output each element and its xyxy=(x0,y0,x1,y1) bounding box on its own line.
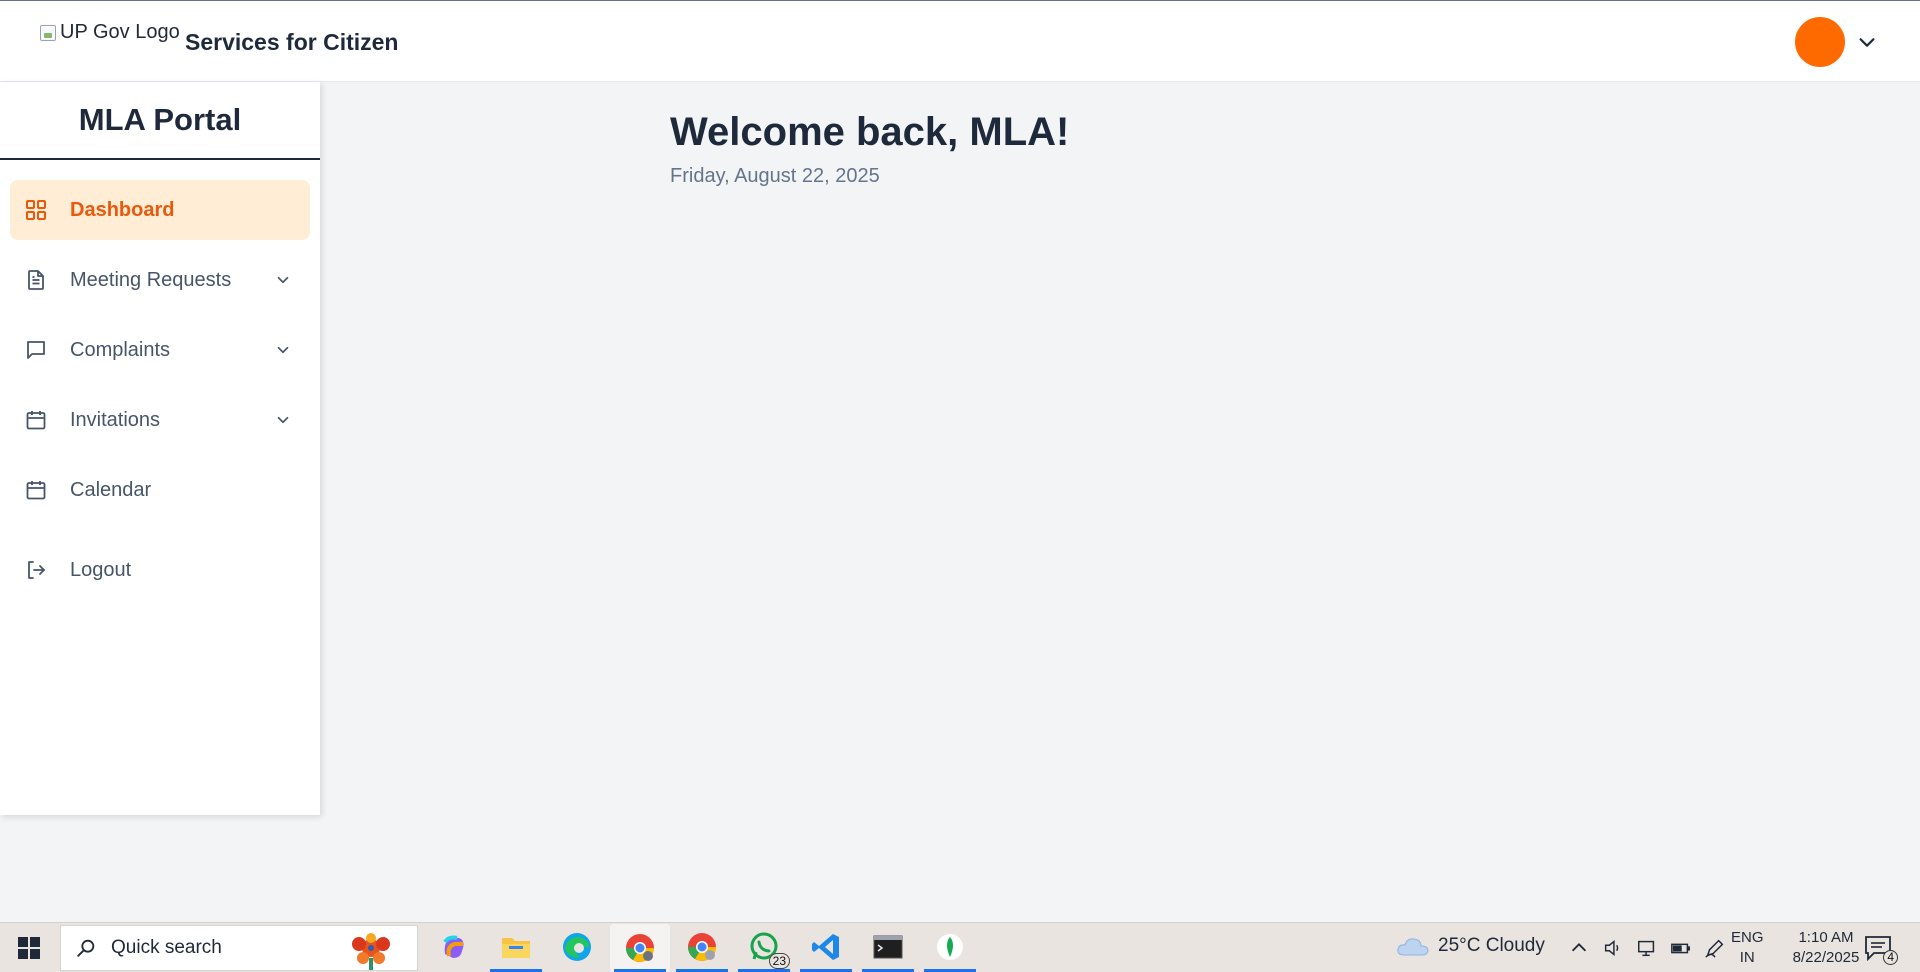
file-explorer-icon[interactable] xyxy=(490,929,542,972)
avatar[interactable] xyxy=(1795,17,1845,67)
page-title: Welcome back, MLA! xyxy=(670,110,1070,154)
edge-browser-icon[interactable] xyxy=(559,929,595,965)
chrome-profile-icon[interactable] xyxy=(676,929,728,972)
sidebar-nav: Dashboard Meeting Requests Complaints In… xyxy=(0,160,320,600)
sidebar-item-dashboard[interactable]: Dashboard xyxy=(10,180,310,240)
clock-time: 1:10 AM xyxy=(1798,929,1854,946)
broken-image-icon xyxy=(40,24,56,41)
sidebar: MLA Portal Dashboard Meeting Requests Co… xyxy=(0,82,320,815)
windows-taskbar: Quick search 23 25°C Cloudy ENG IN 1:10 … xyxy=(0,922,1920,972)
sidebar-item-meeting-requests[interactable]: Meeting Requests xyxy=(10,250,310,310)
sidebar-item-label: Invitations xyxy=(70,408,161,431)
current-date: Friday, August 22, 2025 xyxy=(670,165,880,187)
sidebar-item-label: Logout xyxy=(70,558,132,581)
logo-alt-text: UP Gov Logo xyxy=(60,21,180,43)
chevron-down-icon[interactable] xyxy=(274,341,292,359)
notification-count-badge: 4 xyxy=(1883,950,1898,965)
site-title: Services for Citizen xyxy=(185,29,399,55)
sidebar-item-label: Calendar xyxy=(70,478,152,501)
taskbar-search-input[interactable]: Quick search xyxy=(60,925,418,971)
logout-icon xyxy=(28,561,45,579)
chrome-browser-icon-active[interactable] xyxy=(610,924,670,972)
copilot-icon[interactable] xyxy=(436,929,472,965)
weather-widget[interactable]: 25°C Cloudy xyxy=(1396,935,1545,957)
sidebar-item-label: Meeting Requests xyxy=(70,268,232,291)
sidebar-item-complaints[interactable]: Complaints xyxy=(10,320,310,380)
search-placeholder: Quick search xyxy=(111,937,222,958)
chevron-down-icon[interactable] xyxy=(274,411,292,429)
pen-icon[interactable] xyxy=(1704,937,1726,959)
language-indicator[interactable]: ENG IN xyxy=(1731,928,1764,968)
decorative-flower-icon xyxy=(352,933,390,970)
weather-text: 25°C Cloudy xyxy=(1438,935,1545,956)
sidebar-item-logout[interactable]: Logout xyxy=(10,540,310,600)
sidebar-item-label: Complaints xyxy=(70,338,171,361)
whatsapp-icon[interactable]: 23 xyxy=(738,929,790,972)
chevron-down-icon[interactable] xyxy=(1856,31,1878,53)
mongodb-compass-icon[interactable] xyxy=(924,929,976,972)
system-clock[interactable]: 1:10 AM 8/22/2025 xyxy=(1776,928,1876,968)
network-icon[interactable] xyxy=(1636,937,1658,959)
language-code: ENG xyxy=(1731,929,1764,946)
sidebar-item-invitations[interactable]: Invitations xyxy=(10,390,310,450)
chevron-down-icon[interactable] xyxy=(274,271,292,289)
main-content: Welcome back, MLA! Friday, August 22, 20… xyxy=(670,110,1069,188)
sidebar-item-label: Dashboard xyxy=(70,198,175,221)
system-tray xyxy=(1568,937,1726,959)
notification-center[interactable]: 4 xyxy=(1864,935,1898,965)
sidebar-item-calendar[interactable]: Calendar xyxy=(10,460,310,520)
vscode-icon[interactable] xyxy=(800,929,852,972)
grid-icon xyxy=(26,200,46,220)
whatsapp-unread-badge: 23 xyxy=(768,953,790,969)
search-icon xyxy=(77,939,95,957)
chevron-up-icon[interactable] xyxy=(1568,937,1590,959)
clock-date: 8/22/2025 xyxy=(1792,949,1860,966)
volume-icon[interactable] xyxy=(1602,937,1624,959)
battery-icon[interactable] xyxy=(1670,937,1692,959)
region-code: IN xyxy=(1739,949,1755,966)
cloud-icon xyxy=(1397,938,1429,956)
windows-start-icon[interactable] xyxy=(18,937,40,959)
document-icon xyxy=(28,270,44,290)
up-gov-logo[interactable]: UP Gov Logo xyxy=(40,21,180,44)
terminal-icon[interactable] xyxy=(862,929,914,972)
sidebar-title: MLA Portal xyxy=(0,82,320,160)
top-header: UP Gov Logo Services for Citizen xyxy=(0,0,1920,82)
calendar-icon xyxy=(26,481,46,500)
chat-icon xyxy=(27,341,45,359)
calendar-icon xyxy=(26,411,46,430)
